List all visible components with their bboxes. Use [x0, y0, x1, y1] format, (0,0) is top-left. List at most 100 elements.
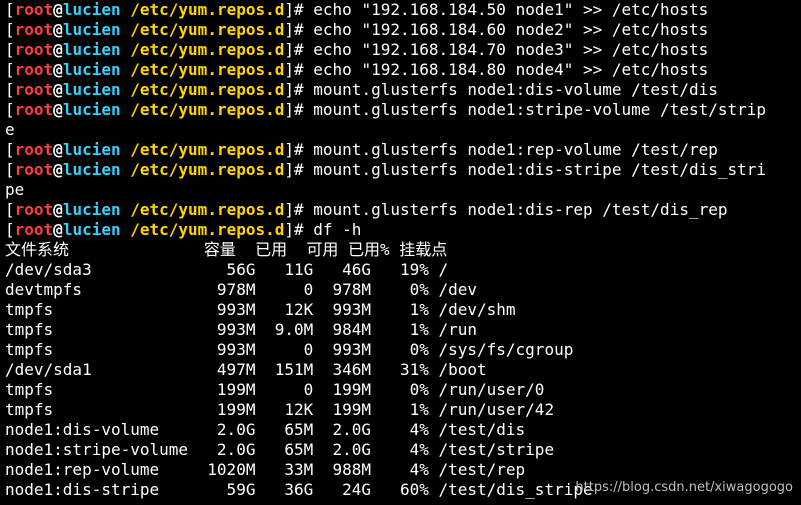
terminal-prompt-line: [root@lucien /etc/yum.repos.d]# mount.gl…	[5, 80, 801, 100]
terminal-prompt-line: [root@lucien /etc/yum.repos.d]# mount.gl…	[5, 200, 801, 220]
prompt-host: lucien	[62, 160, 121, 179]
prompt-host: lucien	[62, 100, 121, 119]
output-text: devtmpfs 978M 0 978M 0% /dev	[5, 280, 478, 299]
prompt-open-bracket: [	[5, 100, 15, 119]
terminal-output-line: tmpfs 199M 0 199M 0% /run/user/0	[5, 380, 801, 400]
prompt-path: /etc/yum.repos.d	[130, 200, 285, 219]
command-text: echo "192.168.184.70 node3" >> /etc/host…	[303, 40, 709, 59]
prompt-path: /etc/yum.repos.d	[130, 0, 285, 19]
prompt-open-bracket: [	[5, 160, 15, 179]
terminal-output-line: devtmpfs 978M 0 978M 0% /dev	[5, 280, 801, 300]
prompt-user: root	[14, 140, 54, 159]
command-text: echo "192.168.184.50 node1" >> /etc/host…	[303, 0, 709, 19]
prompt-close: ]#	[284, 200, 304, 219]
command-text: mount.glusterfs node1:stripe-volume /tes…	[303, 100, 767, 119]
prompt-at-sign: @	[53, 20, 63, 39]
prompt-close: ]#	[284, 220, 304, 239]
output-text: /dev/sda3 56G 11G 46G 19% /	[5, 260, 449, 279]
prompt-path: /etc/yum.repos.d	[130, 220, 285, 239]
prompt-path: /etc/yum.repos.d	[130, 60, 285, 79]
prompt-open-bracket: [	[5, 80, 15, 99]
terminal-window[interactable]: [root@lucien /etc/yum.repos.d]# echo "19…	[0, 0, 801, 505]
output-text: node1:stripe-volume 2.0G 65M 2.0G 4% /te…	[5, 440, 555, 459]
terminal-output-line: node1:dis-volume 2.0G 65M 2.0G 4% /test/…	[5, 420, 801, 440]
terminal-prompt-line: [root@lucien /etc/yum.repos.d]# mount.gl…	[5, 100, 801, 120]
output-text: /dev/sda1 497M 151M 346M 31% /boot	[5, 360, 487, 379]
terminal-output-line: node1:rep-volume 1020M 33M 988M 4% /test…	[5, 460, 801, 480]
output-text: tmpfs 199M 12K 199M 1% /run/user/42	[5, 400, 555, 419]
terminal-prompt-line: [root@lucien /etc/yum.repos.d]# echo "19…	[5, 40, 801, 60]
prompt-at-sign: @	[53, 0, 63, 19]
output-text: node1:rep-volume 1020M 33M 988M 4% /test…	[5, 460, 526, 479]
terminal-output-line: tmpfs 993M 9.0M 984M 1% /run	[5, 320, 801, 340]
prompt-host: lucien	[62, 140, 121, 159]
output-text: pe	[5, 180, 25, 199]
terminal-output-line: e	[5, 120, 801, 140]
terminal-output-line: 文件系统 容量 已用 可用 已用% 挂载点	[5, 240, 801, 260]
terminal-output-line: /dev/sda3 56G 11G 46G 19% /	[5, 260, 801, 280]
terminal-prompt-line: [root@lucien /etc/yum.repos.d]# echo "19…	[5, 20, 801, 40]
prompt-at-sign: @	[53, 140, 63, 159]
prompt-user: root	[14, 160, 54, 179]
command-text: echo "192.168.184.80 node4" >> /etc/host…	[303, 60, 709, 79]
terminal-output-line: node1:stripe-volume 2.0G 65M 2.0G 4% /te…	[5, 440, 801, 460]
output-text: tmpfs 993M 12K 993M 1% /dev/shm	[5, 300, 516, 319]
prompt-host: lucien	[62, 0, 121, 19]
prompt-user: root	[14, 80, 54, 99]
prompt-path: /etc/yum.repos.d	[130, 100, 285, 119]
prompt-open-bracket: [	[5, 40, 15, 59]
prompt-open-bracket: [	[5, 200, 15, 219]
prompt-open-bracket: [	[5, 0, 15, 19]
command-text: mount.glusterfs node1:dis-rep /test/dis_…	[303, 200, 728, 219]
terminal-output-line: tmpfs 993M 0 993M 0% /sys/fs/cgroup	[5, 340, 801, 360]
prompt-user: root	[14, 220, 54, 239]
output-text: node1:dis-volume 2.0G 65M 2.0G 4% /test/…	[5, 420, 526, 439]
prompt-open-bracket: [	[5, 20, 15, 39]
prompt-user: root	[14, 60, 54, 79]
output-text: tmpfs 199M 0 199M 0% /run/user/0	[5, 380, 545, 399]
command-text: df -h	[303, 220, 362, 239]
terminal-output-line: /dev/sda1 497M 151M 346M 31% /boot	[5, 360, 801, 380]
terminal-prompt-line: [root@lucien /etc/yum.repos.d]# mount.gl…	[5, 160, 801, 180]
prompt-at-sign: @	[53, 100, 63, 119]
output-text: node1:dis-stripe 59G 36G 24G 60% /test/d…	[5, 480, 593, 499]
command-text: echo "192.168.184.60 node2" >> /etc/host…	[303, 20, 709, 39]
prompt-at-sign: @	[53, 80, 63, 99]
prompt-open-bracket: [	[5, 60, 15, 79]
prompt-user: root	[14, 0, 54, 19]
terminal-output-line: tmpfs 993M 12K 993M 1% /dev/shm	[5, 300, 801, 320]
prompt-at-sign: @	[53, 220, 63, 239]
prompt-at-sign: @	[53, 200, 63, 219]
prompt-at-sign: @	[53, 60, 63, 79]
prompt-user: root	[14, 20, 54, 39]
prompt-user: root	[14, 100, 54, 119]
prompt-path: /etc/yum.repos.d	[130, 80, 285, 99]
prompt-user: root	[14, 40, 54, 59]
terminal-output-line: tmpfs 199M 12K 199M 1% /run/user/42	[5, 400, 801, 420]
watermark: https://blog.csdn.net/xiwagogogo	[575, 480, 793, 495]
terminal-prompt-line: [root@lucien /etc/yum.repos.d]# mount.gl…	[5, 140, 801, 160]
prompt-close: ]#	[284, 0, 304, 19]
terminal-prompt-line: [root@lucien /etc/yum.repos.d]# echo "19…	[5, 0, 801, 20]
output-text: e	[5, 120, 15, 139]
prompt-open-bracket: [	[5, 140, 15, 159]
prompt-close: ]#	[284, 80, 304, 99]
prompt-close: ]#	[284, 60, 304, 79]
prompt-host: lucien	[62, 40, 121, 59]
prompt-close: ]#	[284, 160, 304, 179]
prompt-host: lucien	[62, 220, 121, 239]
terminal-prompt-line: [root@lucien /etc/yum.repos.d]# echo "19…	[5, 60, 801, 80]
terminal-output-line: pe	[5, 180, 801, 200]
output-text: 文件系统 容量 已用 可用 已用% 挂载点	[5, 240, 448, 259]
terminal-prompt-line: [root@lucien /etc/yum.repos.d]# df -h	[5, 220, 801, 240]
prompt-close: ]#	[284, 100, 304, 119]
output-text: tmpfs 993M 9.0M 984M 1% /run	[5, 320, 478, 339]
